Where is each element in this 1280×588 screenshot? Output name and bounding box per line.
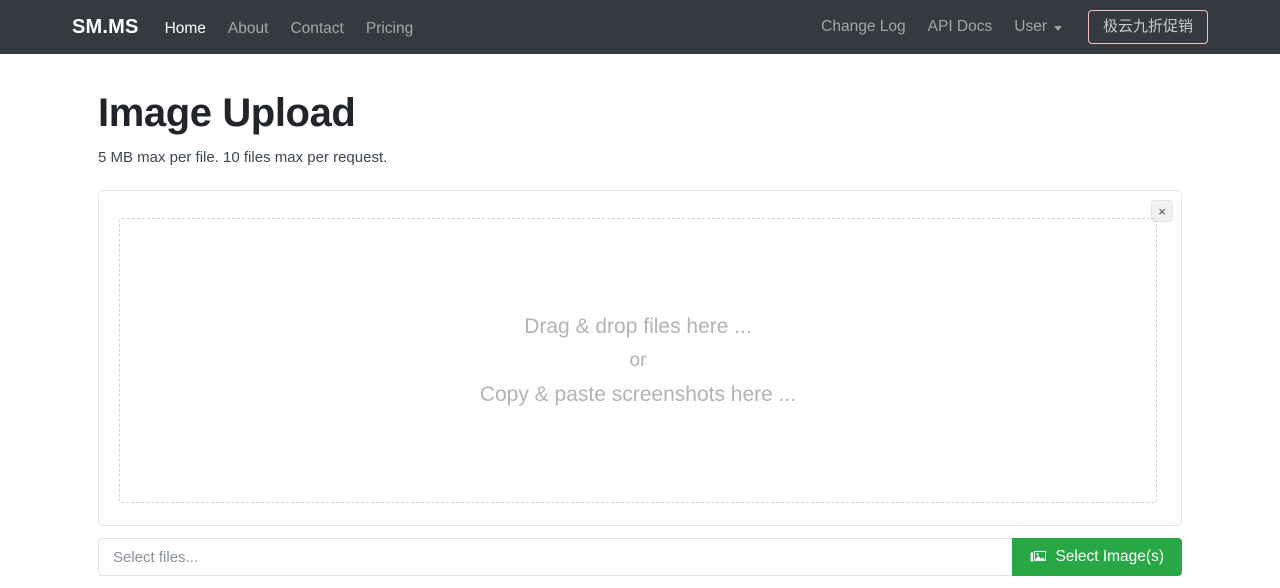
main-container: Image Upload 5 MB max per file. 10 files… <box>0 90 1280 576</box>
primary-nav-links: Home About Contact Pricing <box>165 21 414 37</box>
nav-link-api-docs[interactable]: API Docs <box>928 19 993 35</box>
file-path-input[interactable] <box>98 538 1013 576</box>
user-dropdown-label: User <box>1014 18 1047 36</box>
select-images-label: Select Image(s) <box>1055 548 1164 565</box>
page-subtitle: 5 MB max per file. 10 files max per requ… <box>98 149 388 166</box>
chevron-down-icon <box>1053 25 1062 31</box>
page-title: Image Upload <box>98 91 356 135</box>
promo-button[interactable]: 极云九折促销 <box>1087 10 1208 44</box>
nav-link-contact[interactable]: Contact <box>290 21 343 37</box>
brand-logo[interactable]: SM.MS <box>72 17 139 37</box>
navbar-left-group: SM.MS Home About Contact Pricing <box>72 17 413 37</box>
file-dropzone[interactable]: Drag & drop files here ... or Copy & pas… <box>119 218 1157 503</box>
upload-card: × Drag & drop files here ... or Copy & p… <box>98 190 1182 526</box>
select-images-button[interactable]: Select Image(s) <box>1012 538 1182 576</box>
file-select-input-group: Select Image(s) <box>98 538 1182 576</box>
nav-link-about[interactable]: About <box>228 21 269 37</box>
dropzone-line-separator: or <box>629 350 647 371</box>
user-dropdown[interactable]: User <box>1014 19 1062 35</box>
dropzone-line-secondary: Copy & paste screenshots here ... <box>479 383 797 406</box>
nav-link-pricing[interactable]: Pricing <box>366 21 413 37</box>
nav-link-change-log[interactable]: Change Log <box>821 19 905 35</box>
navbar-right-group: Change Log API Docs User 极云九折促销 <box>821 10 1208 44</box>
dropzone-line-primary: Drag & drop files here ... <box>524 315 752 338</box>
images-icon <box>1030 550 1048 564</box>
nav-link-home[interactable]: Home <box>165 21 206 37</box>
top-navbar: SM.MS Home About Contact Pricing Change … <box>0 0 1280 54</box>
